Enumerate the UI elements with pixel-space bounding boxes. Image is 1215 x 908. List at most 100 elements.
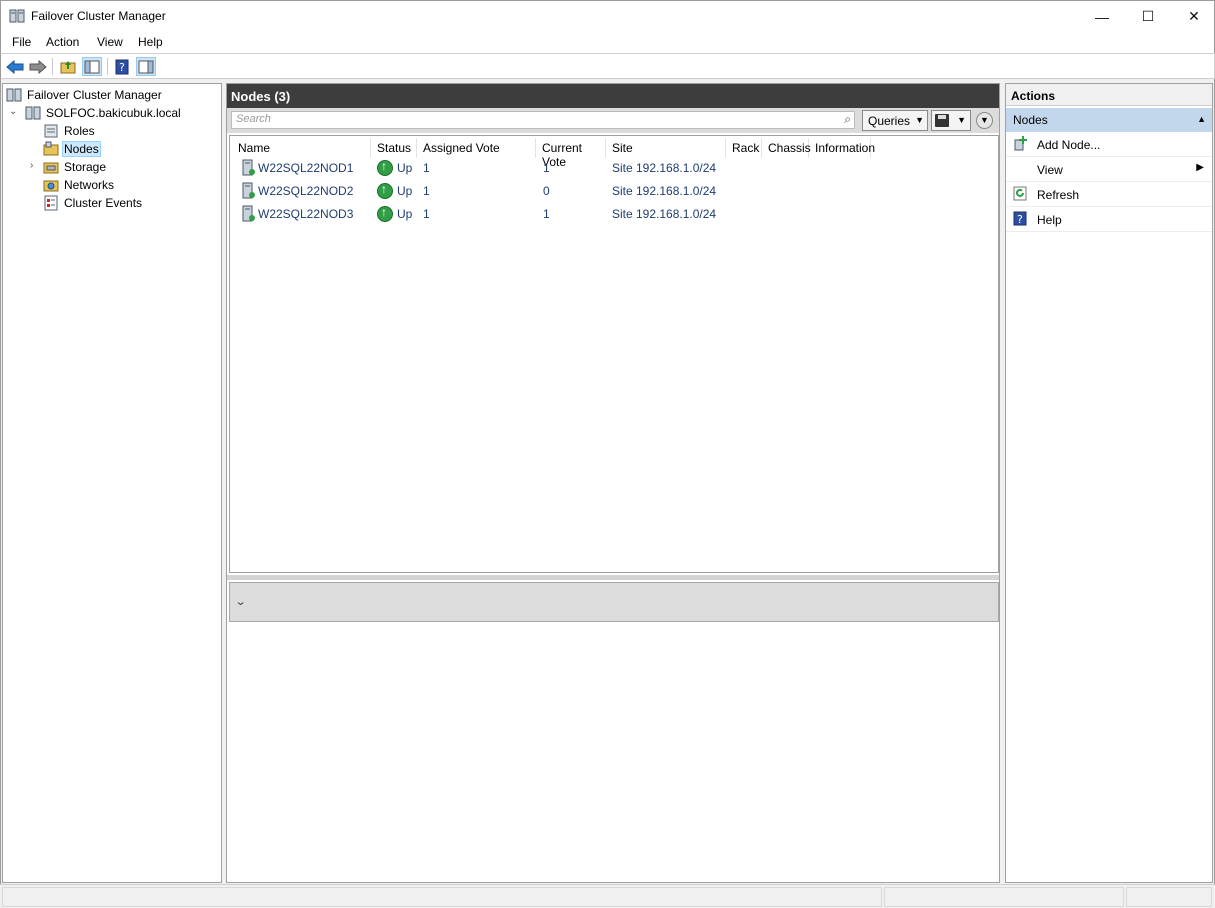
status-segment (884, 887, 1124, 907)
window-title: Failover Cluster Manager (31, 9, 166, 23)
networks-icon (43, 180, 59, 192)
node-current-vote: 1 (543, 161, 550, 175)
minimize-button[interactable]: — (1079, 1, 1125, 32)
action-add-node[interactable]: Add Node... (1006, 132, 1212, 157)
svg-text:?: ? (1017, 213, 1023, 226)
action-help[interactable]: ? Help (1006, 207, 1212, 232)
dropdown-arrow-icon: ▼ (915, 115, 924, 125)
minimize-icon: — (1095, 8, 1109, 25)
table-row[interactable]: W22SQL22NOD3 Up 1 1 Site 192.168.1.0/24 (230, 203, 998, 226)
node-assigned-vote: 1 (423, 161, 430, 175)
status-up-icon (377, 182, 393, 199)
close-button[interactable]: ✕ (1171, 1, 1215, 32)
chevron-down-icon[interactable]: ⌄ (235, 595, 247, 608)
close-icon: ✕ (1188, 8, 1200, 24)
back-arrow-icon (6, 59, 24, 74)
node-status: Up (397, 207, 413, 221)
forward-button[interactable] (28, 57, 48, 76)
node-current-vote: 1 (543, 207, 550, 221)
toolbar: ? (0, 53, 1215, 79)
node-assigned-vote: 1 (423, 184, 430, 198)
tree-item-cluster[interactable]: SOLFOC.bakicubuk.local (25, 104, 183, 122)
toolbar-separator (52, 58, 53, 75)
save-disk-icon (935, 114, 949, 127)
tree-item-nodes[interactable]: Nodes (43, 140, 101, 158)
table-row[interactable]: W22SQL22NOD1 Up 1 1 Site 192.168.1.0/24 (230, 157, 998, 180)
server-node-icon (242, 205, 255, 222)
node-assigned-vote: 1 (423, 207, 430, 221)
title-bar: Failover Cluster Manager — ☐ ✕ (0, 0, 1215, 31)
tree-item-cluster-events[interactable]: Cluster Events (43, 194, 144, 212)
node-name: W22SQL22NOD2 (258, 184, 354, 198)
tree-storage-label: Storage (64, 160, 107, 174)
column-header-assigned-vote[interactable]: Assigned Vote (417, 138, 536, 158)
up-level-button[interactable] (58, 57, 78, 76)
node-site: Site 192.168.1.0/24 (612, 161, 717, 175)
server-node-icon (242, 182, 255, 199)
status-up-icon (377, 159, 393, 176)
tree-item-networks[interactable]: Networks (43, 176, 116, 194)
table-row[interactable]: W22SQL22NOD2 Up 1 0 Site 192.168.1.0/24 (230, 180, 998, 203)
storage-icon (43, 162, 59, 174)
status-bar (0, 884, 1215, 908)
column-header-site[interactable]: Site (606, 138, 726, 158)
action-view[interactable]: View ▶ (1006, 157, 1212, 182)
help-icon: ? (115, 59, 129, 74)
tree-item-roles[interactable]: Roles (43, 122, 97, 140)
action-refresh[interactable]: Refresh (1006, 182, 1212, 207)
save-query-button[interactable]: ▼ (931, 110, 971, 131)
show-hide-tree-button[interactable] (82, 57, 102, 76)
roles-icon (44, 124, 58, 138)
page-title: Nodes (3) (227, 84, 999, 108)
queries-label: Queries (868, 114, 911, 128)
pane-splitter[interactable] (227, 575, 999, 580)
cluster-manager-icon (6, 88, 22, 102)
column-header-current-vote[interactable]: Current Vote (536, 138, 606, 169)
column-header-name[interactable]: Name (232, 138, 371, 158)
status-segment (2, 887, 882, 907)
show-hide-tree-icon (84, 60, 100, 73)
maximize-button[interactable]: ☐ (1125, 1, 1171, 32)
cluster-icon (25, 106, 41, 120)
tree-root-label: Failover Cluster Manager (27, 88, 162, 102)
node-current-vote: 0 (543, 184, 550, 198)
maximize-icon: ☐ (1141, 8, 1155, 24)
details-panel-header[interactable]: ⌄ (229, 582, 999, 622)
back-button[interactable] (5, 57, 25, 76)
search-icon[interactable]: ⌕ (844, 112, 851, 127)
menu-bar: File Action View Help (0, 31, 1215, 53)
actions-section-label: Nodes (1013, 113, 1048, 127)
column-header-rack[interactable]: Rack (726, 138, 762, 158)
tree-item-root[interactable]: Failover Cluster Manager (6, 86, 164, 104)
actions-section-nodes[interactable]: Nodes ▲ (1006, 108, 1212, 132)
actions-pane: Actions Nodes ▲ Add Node... View ▶ Refre… (1005, 83, 1213, 883)
cluster-events-icon (44, 195, 58, 211)
node-status: Up (397, 184, 413, 198)
nodes-list: Name Status Assigned Vote Current Vote S… (229, 135, 999, 573)
status-segment (1126, 887, 1212, 907)
show-hide-action-pane-button[interactable] (136, 57, 156, 76)
submenu-arrow-icon: ▶ (1196, 162, 1204, 173)
collapse-chevron-icon[interactable]: ⌄ (9, 106, 17, 117)
column-header-status[interactable]: Status (371, 138, 417, 158)
node-name: W22SQL22NOD1 (258, 161, 354, 175)
menu-help[interactable]: Help (138, 35, 163, 49)
menu-view[interactable]: View (97, 35, 123, 49)
column-header-chassis[interactable]: Chassis (762, 138, 811, 158)
queries-button[interactable]: Queries ▼ (862, 110, 928, 131)
search-input[interactable]: Search ⌕ (231, 111, 855, 129)
tree-nodes-label: Nodes (62, 141, 101, 157)
expand-filter-button[interactable]: ▼ (976, 112, 993, 129)
collapse-up-icon[interactable]: ▲ (1197, 114, 1206, 124)
node-status: Up (397, 161, 413, 175)
expand-chevron-icon[interactable]: › (30, 160, 33, 171)
up-folder-icon (60, 61, 76, 74)
help-toolbar-button[interactable]: ? (112, 57, 132, 76)
action-label: Add Node... (1037, 138, 1101, 152)
navigation-tree: Failover Cluster Manager ⌄ SOLFOC.bakicu… (2, 83, 222, 883)
tree-item-storage[interactable]: Storage (43, 158, 108, 176)
menu-action[interactable]: Action (46, 35, 79, 49)
svg-text:?: ? (119, 61, 125, 74)
column-header-information[interactable]: Information (809, 138, 875, 158)
menu-file[interactable]: File (12, 35, 31, 49)
